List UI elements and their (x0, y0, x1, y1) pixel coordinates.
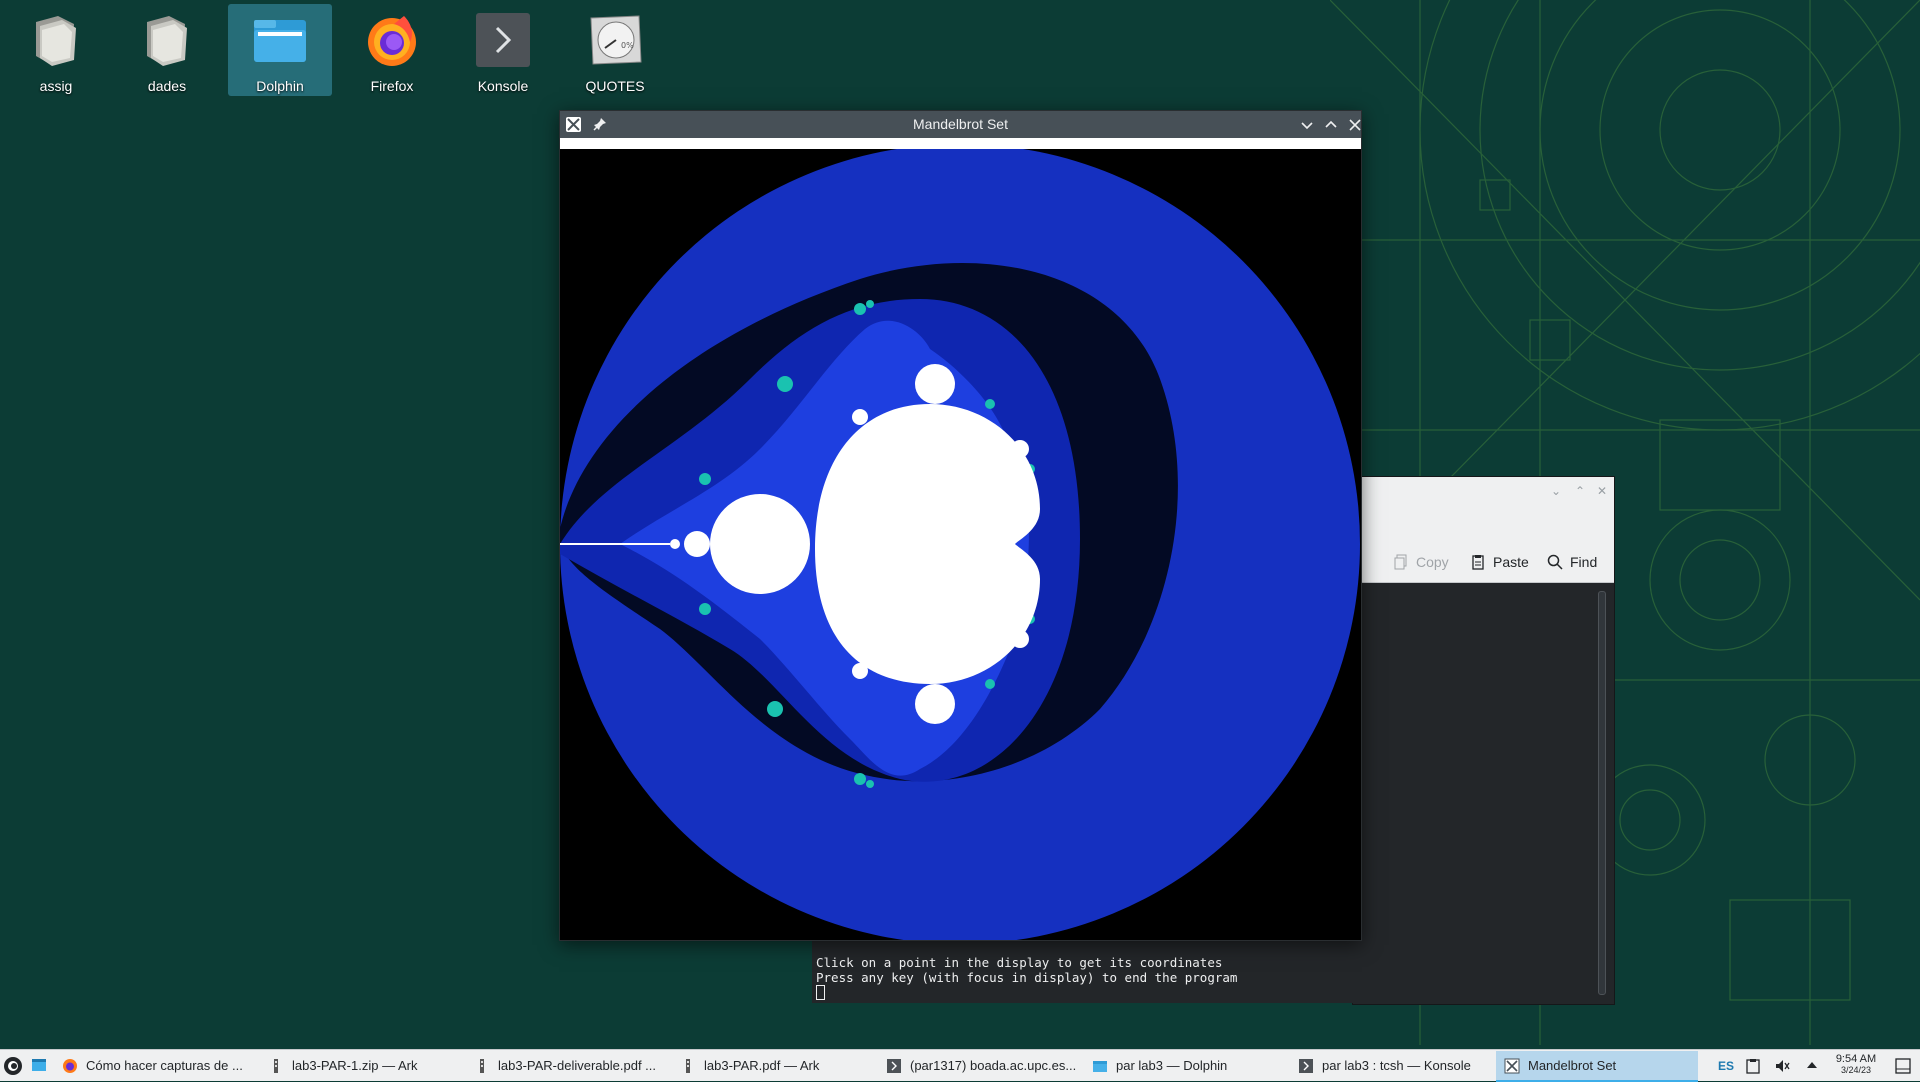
maximize-icon[interactable] (1321, 115, 1341, 135)
desktop-icon-quotes[interactable]: 0% QUOTES (563, 4, 667, 96)
task-firefox[interactable]: Cómo hacer capturas de ... (54, 1051, 256, 1080)
search-icon (1547, 554, 1563, 570)
clock-date: 3/24/23 (1840, 1065, 1872, 1075)
desktop-icon-dades[interactable]: dades (115, 4, 219, 96)
desktop-icon-label: Firefox (370, 78, 414, 94)
ark-icon (480, 1058, 484, 1073)
clock-time: 9:54 AM (1835, 1053, 1877, 1065)
desktop-icon-label: Konsole (477, 78, 529, 94)
terminal-cursor (816, 985, 825, 1000)
task-label: par lab3 — Dolphin (1116, 1058, 1228, 1073)
desktop-icon-dolphin[interactable]: Dolphin (228, 4, 332, 96)
task-label: lab3-PAR-deliverable.pdf ... (498, 1058, 657, 1073)
terminal-line: Press any key (with focus in display) to… (816, 970, 1238, 985)
show-desktop-icon[interactable] (31, 1057, 47, 1073)
quotes-gauge-icon: 0% (587, 12, 643, 68)
keyboard-layout-indicator[interactable]: ES (1718, 1050, 1734, 1081)
ark-icon (686, 1058, 690, 1073)
minimize-icon[interactable] (1297, 115, 1317, 135)
konsole-terminal-icon (475, 12, 531, 68)
close-icon[interactable]: ✕ (1596, 485, 1608, 497)
svg-text:0%: 0% (621, 41, 634, 50)
window-titlebar[interactable]: Mandelbrot Set (560, 111, 1361, 138)
paste-button[interactable]: Paste (1470, 550, 1529, 574)
paste-icon (1472, 555, 1484, 570)
minimize-icon[interactable]: ⌄ (1550, 485, 1562, 497)
folder-gray-icon (28, 12, 84, 68)
task-label: (par1317) boada.ac.upc.es... (910, 1058, 1077, 1073)
terminal-line: Click on a point in the display to get i… (816, 955, 1223, 970)
terminal-output: Click on a point in the display to get i… (816, 955, 1237, 1001)
application-launcher-icon[interactable] (3, 1056, 23, 1076)
system-clock[interactable]: 9:54 AM 3/24/23 (1832, 1054, 1880, 1076)
ark-icon (274, 1058, 278, 1073)
task-ark-deliverable[interactable]: lab3-PAR-deliverable.pdf ... (466, 1051, 668, 1080)
copy-button[interactable]: Copy (1393, 550, 1449, 574)
desktop-icon-label: assig (39, 78, 73, 94)
task-mandelbrot[interactable]: Mandelbrot Set (1496, 1051, 1698, 1082)
copy-icon (1394, 554, 1407, 570)
find-label: Find (1570, 554, 1598, 570)
render-progress-strip (560, 138, 1361, 149)
task-label: Mandelbrot Set (1528, 1058, 1617, 1073)
firefox-icon (63, 1058, 77, 1073)
dolphin-icon (1093, 1060, 1107, 1072)
desktop-icon-label: Dolphin (256, 78, 304, 94)
find-button[interactable]: Find (1547, 550, 1597, 574)
pin-icon[interactable] (592, 116, 608, 132)
task-konsole-ssh[interactable]: (par1317) boada.ac.upc.es... (878, 1051, 1080, 1080)
desktop-icon-firefox[interactable]: Firefox (340, 4, 444, 96)
task-ark-pdf[interactable]: lab3-PAR.pdf — Ark (672, 1051, 874, 1080)
terminal-scrollbar[interactable] (1598, 591, 1606, 995)
task-label: lab3-PAR.pdf — Ark (704, 1058, 820, 1073)
konsole-icon (1299, 1058, 1313, 1073)
copy-label: Copy (1416, 554, 1449, 570)
maximize-icon[interactable]: ⌃ (1574, 485, 1586, 497)
task-label: par lab3 : tcsh — Konsole (1322, 1058, 1471, 1073)
desktop-icon-label: dades (147, 78, 187, 94)
tray-expand-icon[interactable] (1806, 1060, 1818, 1070)
task-konsole-tcsh[interactable]: par lab3 : tcsh — Konsole (1290, 1051, 1492, 1080)
folder-gray-icon (139, 12, 195, 68)
konsole-toolbar: ⌄ ⌃ ✕ Copy Paste Find (1353, 477, 1614, 583)
mandelbrot-window[interactable]: Mandelbrot Set (559, 110, 1362, 941)
task-label: Cómo hacer capturas de ... (86, 1058, 243, 1073)
dolphin-folder-icon (252, 12, 308, 68)
task-label: lab3-PAR-1.zip — Ark (292, 1058, 418, 1073)
notifications-icon[interactable] (1895, 1058, 1911, 1074)
x-window-icon[interactable] (566, 117, 581, 132)
keyboard-layout-label: ES (1718, 1058, 1735, 1073)
close-icon[interactable] (1345, 115, 1365, 135)
firefox-icon (364, 12, 420, 68)
x-window-icon (1504, 1058, 1520, 1073)
konsole-window[interactable]: ⌄ ⌃ ✕ Copy Paste Find (1352, 476, 1615, 1005)
mandelbrot-canvas[interactable] (560, 149, 1361, 940)
volume-muted-icon[interactable] (1774, 1058, 1790, 1074)
desktop-icon-label: QUOTES (585, 78, 645, 94)
desktop-icon-assig[interactable]: assig (4, 4, 108, 96)
task-ark-zip[interactable]: lab3-PAR-1.zip — Ark (260, 1051, 462, 1080)
window-title: Mandelbrot Set (913, 116, 1008, 132)
desktop-icon-konsole[interactable]: Konsole (451, 4, 555, 96)
taskbar: Cómo hacer capturas de ... lab3-PAR-1.zi… (0, 1049, 1920, 1082)
konsole-icon (887, 1058, 901, 1073)
clipboard-icon[interactable] (1746, 1058, 1760, 1074)
paste-label: Paste (1493, 554, 1529, 570)
task-dolphin[interactable]: par lab3 — Dolphin (1084, 1051, 1286, 1080)
